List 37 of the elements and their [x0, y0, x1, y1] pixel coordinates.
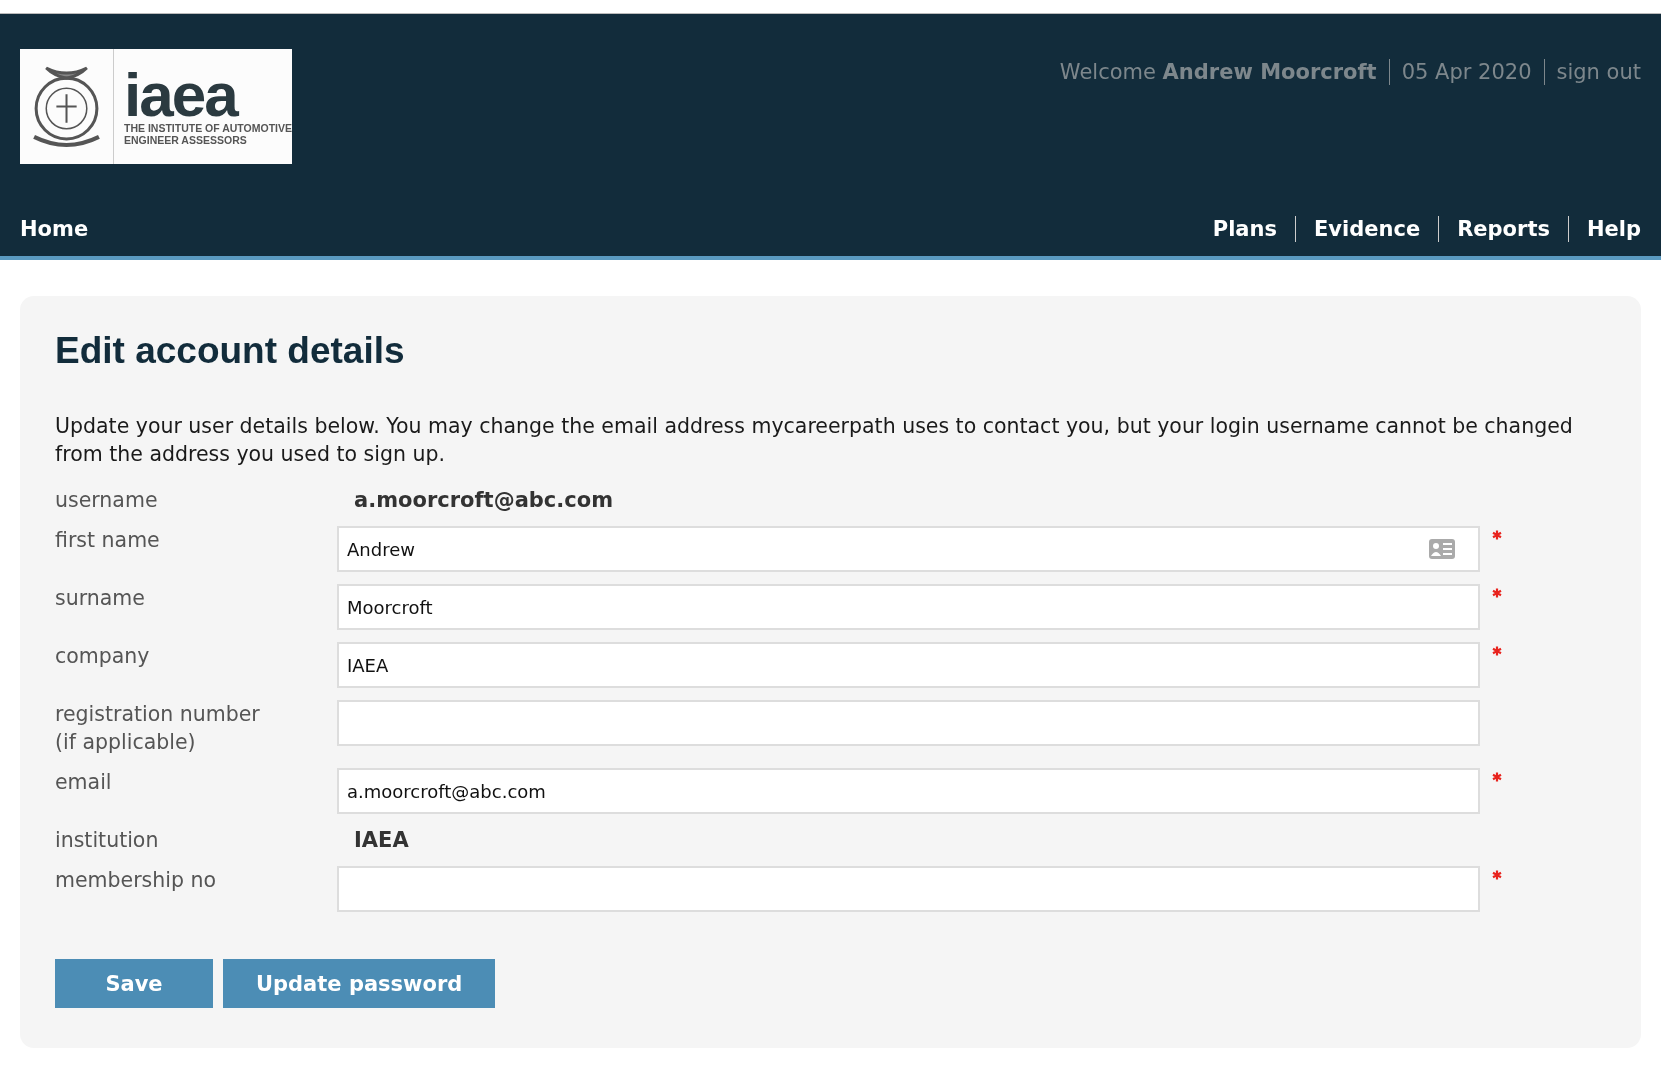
- date-text: 05 Apr 2020: [1401, 60, 1532, 84]
- required-asterisk-icon: [1492, 870, 1502, 880]
- input-field[interactable]: a.moorcroft@abc.com: [337, 768, 1480, 814]
- input-field[interactable]: Andrew: [337, 526, 1480, 572]
- nav-link[interactable]: Help: [1586, 217, 1641, 241]
- field-label: company: [55, 643, 151, 670]
- logo-wordmark: iaea: [124, 67, 238, 122]
- field-label: email: [55, 769, 113, 796]
- field-label: username: [55, 487, 159, 514]
- form-button[interactable]: Save: [55, 959, 213, 1008]
- nav-link[interactable]: Plans: [1212, 217, 1277, 241]
- contact-card-icon[interactable]: [1428, 538, 1456, 560]
- logo-tagline: ENGINEER ASSESSORS: [124, 133, 248, 146]
- nav-link[interactable]: Reports: [1457, 217, 1550, 241]
- logo-tagline: THE INSTITUTE OF AUTOMOTIVE: [124, 121, 292, 134]
- sign-out-link[interactable]: sign out: [1556, 60, 1641, 84]
- nav-link[interactable]: Home: [20, 217, 89, 241]
- field-label: membership no: [55, 867, 218, 894]
- field-value: IAEA: [353, 828, 410, 852]
- field-label: institution: [55, 827, 160, 854]
- field-value: a.moorcroft@abc.com: [353, 488, 615, 512]
- page-title: Edit account details: [55, 330, 406, 372]
- required-asterisk-icon: [1492, 772, 1502, 782]
- form-button[interactable]: Update password: [223, 959, 496, 1008]
- field-label: first name: [55, 527, 161, 554]
- field-label: registration number (if applicable): [55, 701, 261, 756]
- required-asterisk-icon: [1492, 646, 1502, 656]
- required-asterisk-icon: [1492, 530, 1502, 540]
- input-field[interactable]: IAEA: [337, 642, 1480, 688]
- input-field[interactable]: [337, 866, 1480, 912]
- nav-link[interactable]: Evidence: [1314, 217, 1421, 241]
- required-asterisk-icon: [1492, 588, 1502, 598]
- input-field[interactable]: Moorcroft: [337, 584, 1480, 630]
- input-field[interactable]: [337, 700, 1480, 746]
- field-label: surname: [55, 585, 146, 612]
- intro-text: Update your user details below. You may change the email address mycareerpath uses to contact you, but your login username cannot be changed from the address you used to sign up.: [55, 413, 1574, 468]
- welcome-text: Welcome Andrew Moorcroft: [1059, 60, 1377, 84]
